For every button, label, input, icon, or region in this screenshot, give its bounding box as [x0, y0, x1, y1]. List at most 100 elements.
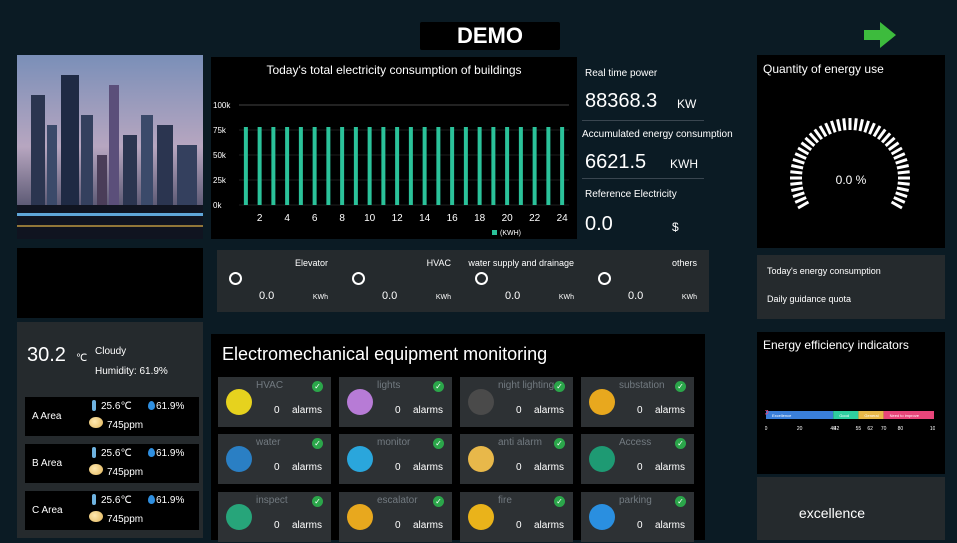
gauge-tick [895, 158, 908, 165]
equipment-name: parking [619, 495, 652, 506]
category-consumption-panel: Elevator 0.0 KWh HVAC 0.0 KWh water supp… [217, 250, 709, 312]
arrow-right-icon[interactable] [864, 22, 896, 48]
gauge-tick [818, 125, 828, 138]
area-name: C Area [32, 505, 63, 516]
category-elevator[interactable]: Elevator 0.0 KWh [217, 250, 340, 312]
equipment-name: HVAC [256, 380, 284, 391]
air-quality-icon [89, 511, 103, 522]
legend-swatch [492, 230, 497, 235]
equipment-name: water [256, 437, 281, 448]
gauge-tick [896, 186, 910, 192]
category-water-supply[interactable]: water supply and drainage 0.0 KWh [463, 250, 586, 312]
gauge-tick [824, 122, 832, 135]
gauge-tick [836, 118, 842, 132]
alarm-count: 0 [274, 405, 280, 416]
thermometer-icon [92, 400, 96, 411]
thermometer-icon [92, 494, 96, 505]
air-quality-icon [89, 417, 103, 428]
gauge-tick [794, 196, 807, 204]
bar [381, 127, 386, 205]
drop-icon [226, 446, 252, 472]
check-icon: ✓ [312, 438, 323, 449]
bar [450, 127, 455, 205]
bar [518, 127, 523, 205]
area-card[interactable]: C Area 25.6℃ 61.9% 745ppm [25, 491, 199, 530]
x-tick-label: 20 [502, 213, 514, 224]
area-card[interactable]: B Area 25.6℃ 61.9% 745ppm [25, 444, 199, 483]
area-humidity: 61.9% [156, 495, 185, 506]
category-value: 0.0 [628, 290, 644, 302]
gauge-tick [890, 146, 903, 156]
x-tick-label: 4 [284, 213, 290, 224]
equipment-tile[interactable]: Access ✓ 0 alarms [581, 434, 694, 484]
gauge-tick [893, 196, 906, 204]
equipment-name: night lighting [498, 380, 555, 391]
accumulated-energy-unit: KWH [670, 157, 698, 171]
x-tick-label: 18 [474, 213, 486, 224]
humidity-drop-icon [148, 401, 155, 410]
ring-icon [475, 272, 488, 285]
equipment-tile[interactable]: fire ✓ 0 alarms [460, 492, 573, 542]
equipment-tile[interactable]: anti alarm ✓ 0 alarms [460, 434, 573, 484]
equipment-tile[interactable]: water ✓ 0 alarms [218, 434, 331, 484]
area-temperature: 25.6℃ [101, 448, 132, 459]
x-tick-label: 16 [447, 213, 459, 224]
efficiency-scale: Excellence Good General Need to improve 0 20 4… [765, 410, 935, 432]
category-others[interactable]: others 0.0 KWh [586, 250, 709, 312]
accumulated-energy-label: Accumulated energy consumption [582, 129, 733, 140]
alarms-label: alarms [292, 462, 323, 473]
gauge-tick [797, 146, 810, 156]
x-tick-label: 14 [419, 213, 431, 224]
category-value: 0.0 [382, 290, 398, 302]
efficiency-tick-label: 80 [898, 426, 904, 432]
area-temperature: 25.6℃ [101, 495, 132, 506]
gauge-tick [858, 118, 864, 132]
efficiency-panel [757, 332, 945, 474]
check-icon: ✓ [433, 496, 444, 507]
gauge-tick [872, 125, 882, 138]
check-icon: ✓ [675, 381, 686, 392]
efficiency-tick-label: 62 [867, 426, 873, 432]
moon-icon [468, 389, 494, 415]
bar [532, 127, 537, 205]
check-icon: ✓ [675, 496, 686, 507]
legend-label: (KWH) [500, 230, 521, 237]
escalator-icon [347, 504, 373, 530]
check-icon: ✓ [554, 438, 565, 449]
category-name: water supply and drainage [468, 258, 574, 268]
gauge-tick [893, 152, 906, 160]
equipment-tile[interactable]: parking ✓ 0 alarms [581, 492, 694, 542]
alarm-count: 0 [637, 462, 643, 473]
divider [582, 120, 704, 121]
check-icon: ✓ [554, 496, 565, 507]
area-name: B Area [32, 458, 63, 469]
category-hvac[interactable]: HVAC 0.0 KWh [340, 250, 463, 312]
alarm-icon [468, 446, 494, 472]
equipment-tile[interactable]: monitor ✓ 0 alarms [339, 434, 452, 484]
area-card[interactable]: A Area 25.6℃ 61.9% 745ppm [25, 397, 199, 436]
page-title: DEMO [457, 23, 523, 48]
equipment-tile[interactable]: night lighting ✓ 0 alarms [460, 377, 573, 427]
gauge-tick [797, 200, 810, 210]
bar [340, 127, 345, 205]
bar [298, 127, 303, 205]
equipment-name: inspect [256, 495, 288, 506]
x-tick-label: 10 [364, 213, 376, 224]
equipment-tile[interactable]: substation ✓ 0 alarms [581, 377, 694, 427]
inspector-icon [226, 504, 252, 530]
gauge-tick [868, 122, 876, 135]
check-icon: ✓ [433, 438, 444, 449]
ring-icon [229, 272, 242, 285]
category-name: HVAC [426, 258, 451, 268]
equipment-tile[interactable]: escalator ✓ 0 alarms [339, 492, 452, 542]
energy-quantity-title: Quantity of energy use [763, 62, 884, 76]
alarm-count: 0 [637, 520, 643, 531]
category-unit: KWh [681, 294, 697, 301]
equipment-tile[interactable]: inspect ✓ 0 alarms [218, 492, 331, 542]
category-unit: KWh [435, 294, 451, 301]
equipment-tile[interactable]: lights ✓ 0 alarms [339, 377, 452, 427]
equipment-name: escalator [377, 495, 418, 506]
equipment-tile[interactable]: HVAC ✓ 0 alarms [218, 377, 331, 427]
alarms-label: alarms [655, 462, 686, 473]
category-name: Elevator [294, 258, 328, 268]
